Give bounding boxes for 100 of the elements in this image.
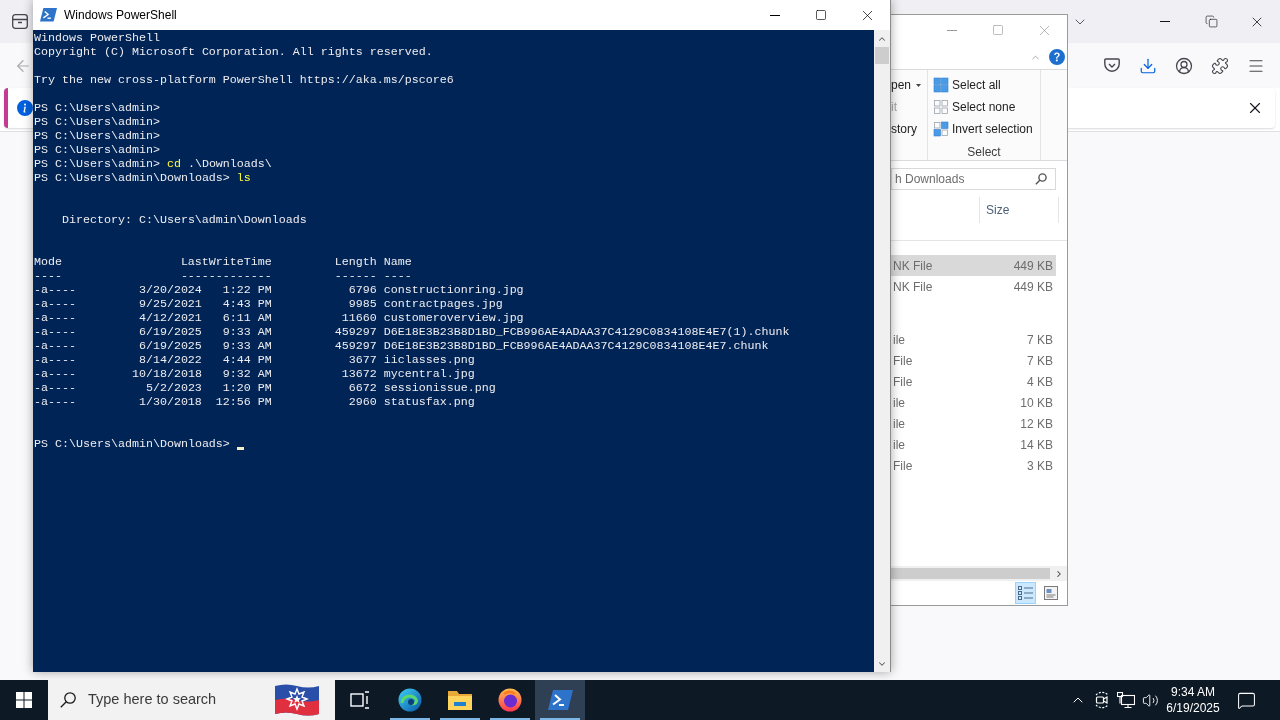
- argument-text: .\Downloads\: [187, 157, 272, 171]
- length-text: 9985: [348, 297, 377, 311]
- length-text: 6796: [348, 283, 377, 297]
- folder-icon: [448, 690, 472, 710]
- date-text: 1/30/2018: [138, 395, 202, 409]
- type-text: ile: [893, 415, 905, 433]
- scrollbar-thumb[interactable]: [875, 47, 889, 64]
- time-text: 1:20 PM: [222, 381, 272, 395]
- minimize-icon: [947, 29, 957, 31]
- filename-text: customeroverview.jpg: [383, 311, 524, 325]
- details-view-icon: [1018, 585, 1033, 601]
- filename-text: D6E18E3B23B8D1BD_FCB996AE4ADAA37C4129C0834108E4E7(1).chunk: [383, 325, 790, 339]
- filename-text: mycentral.jpg: [383, 367, 475, 381]
- date-text: 6/19/2025: [138, 339, 202, 353]
- console-text: Try the new cross-platform PowerShell https://aka.ms/pscore6: [34, 73, 454, 87]
- ribbon-command[interactable]: Select all: [928, 74, 1040, 96]
- command-text: cd: [166, 157, 181, 171]
- help-icon: [1049, 49, 1065, 65]
- size-text: 7 KB: [1027, 331, 1053, 349]
- size-text: 3 KB: [1027, 457, 1053, 475]
- date-text: 5/2/2023: [145, 381, 202, 395]
- mode-text: -a----: [34, 325, 76, 339]
- ribbon-command[interactable]: story: [891, 118, 917, 140]
- empty-grid-icon: [933, 99, 949, 115]
- filename-text: sessionissue.png: [383, 381, 496, 395]
- size-text: 12 KB: [1020, 415, 1053, 433]
- date-text: 9/25/2021: [138, 297, 202, 311]
- account-icon: [1175, 56, 1193, 75]
- type-text: File: [893, 457, 913, 475]
- box-icon: [12, 14, 28, 29]
- header-rule-text: ----: [383, 269, 412, 283]
- type-text: NK File: [893, 257, 933, 275]
- search-icon: [1035, 173, 1047, 185]
- length-text: 11660: [341, 311, 377, 325]
- column-header: LastWriteTime: [180, 255, 272, 269]
- length-text: 3677: [348, 353, 377, 367]
- directory-text: Directory: C:\Users\admin\Downloads: [61, 213, 307, 227]
- minimize-icon: [1160, 21, 1170, 22]
- ribbon-command[interactable]: Select none: [928, 96, 1040, 118]
- filename-text: constructionring.jpg: [383, 283, 524, 297]
- minimize-icon: [770, 14, 780, 16]
- help-button[interactable]: [1047, 47, 1067, 67]
- type-text: File: [893, 352, 913, 370]
- maximize-icon: [992, 24, 1004, 36]
- time-text: 12:56 PM: [215, 395, 272, 409]
- date-text: 4/12/2021: [138, 311, 202, 325]
- ribbon-command[interactable]: Invert selection: [928, 118, 1040, 140]
- type-text: NK File: [893, 278, 933, 296]
- header-rule-text: -------------: [180, 269, 272, 283]
- time-text: 9:32 AM: [222, 367, 272, 381]
- file-row[interactable]: NK File 449 KB: [891, 255, 1056, 276]
- mode-text: -a----: [34, 311, 76, 325]
- mode-text: -a----: [34, 283, 76, 297]
- date-text: 3/20/2024: [138, 283, 202, 297]
- command-text: ls: [236, 171, 251, 185]
- filename-text: D6E18E3B23B8D1BD_FCB996AE4ADAA37C4129C0834108E4E7.chunk: [383, 339, 769, 353]
- length-text: 459297: [334, 339, 377, 353]
- prompt-text: PS C:\Users\admin\Downloads>: [34, 437, 230, 451]
- mode-text: -a----: [34, 353, 76, 367]
- size-text: 14 KB: [1020, 436, 1053, 454]
- prompt-text: PS C:\Users\admin>: [34, 157, 160, 171]
- window-title: Windows PowerShell: [64, 7, 177, 24]
- size-text: 10 KB: [1020, 394, 1053, 412]
- prompt-text: PS C:\Users\admin>: [34, 143, 160, 157]
- filename-text: contractpages.jpg: [383, 297, 503, 311]
- scrollbar-thumb[interactable]: [891, 568, 1050, 579]
- console-text: Copyright (C) Microsoft Corporation. All rights reserved.: [34, 45, 433, 59]
- search-field[interactable]: h Downloads: [891, 168, 1056, 190]
- filename-text: statusfax.png: [383, 395, 475, 409]
- size-text: 449 KB: [1013, 278, 1053, 296]
- time-text: 9:33 AM: [222, 339, 272, 353]
- size-text: 7 KB: [1027, 352, 1053, 370]
- mode-text: -a----: [34, 381, 76, 395]
- horizontal-scrollbar[interactable]: [891, 566, 1067, 581]
- mode-text: -a----: [34, 395, 76, 409]
- time-text: 4:43 PM: [222, 297, 272, 311]
- terminal-icon: [547, 690, 573, 710]
- clock-button[interactable]: 9:34 AM 6/19/2025: [1162, 680, 1224, 720]
- camera-icon: [1093, 691, 1111, 709]
- browser-logo-icon: [398, 688, 422, 712]
- header-rule-text: ----: [34, 269, 62, 283]
- column-header: Name: [383, 255, 412, 269]
- prompt-text: PS C:\Users\admin>: [34, 129, 160, 143]
- notification-icon: [1236, 690, 1256, 710]
- ribbon-command[interactable]: pen: [891, 74, 922, 96]
- flag-icon: [272, 682, 322, 718]
- prompt-text: PS C:\Users\admin>: [34, 115, 160, 129]
- view-button[interactable]: [1015, 582, 1036, 604]
- column-header[interactable]: Size: [980, 197, 1058, 223]
- date-text: 6/19/2025: [138, 325, 202, 339]
- vertical-scrollbar[interactable]: [874, 30, 890, 672]
- length-text: 6672: [348, 381, 377, 395]
- date-text: 8/14/2022: [138, 353, 202, 367]
- search-icon: [60, 692, 76, 708]
- mixed-grid-icon: [933, 121, 949, 137]
- length-text: 459297: [334, 325, 377, 339]
- type-text: ile: [893, 436, 905, 454]
- search-field[interactable]: Type here to search: [48, 680, 335, 720]
- browser-logo-icon: [498, 688, 522, 712]
- prompt-text: PS C:\Users\admin>: [34, 101, 160, 115]
